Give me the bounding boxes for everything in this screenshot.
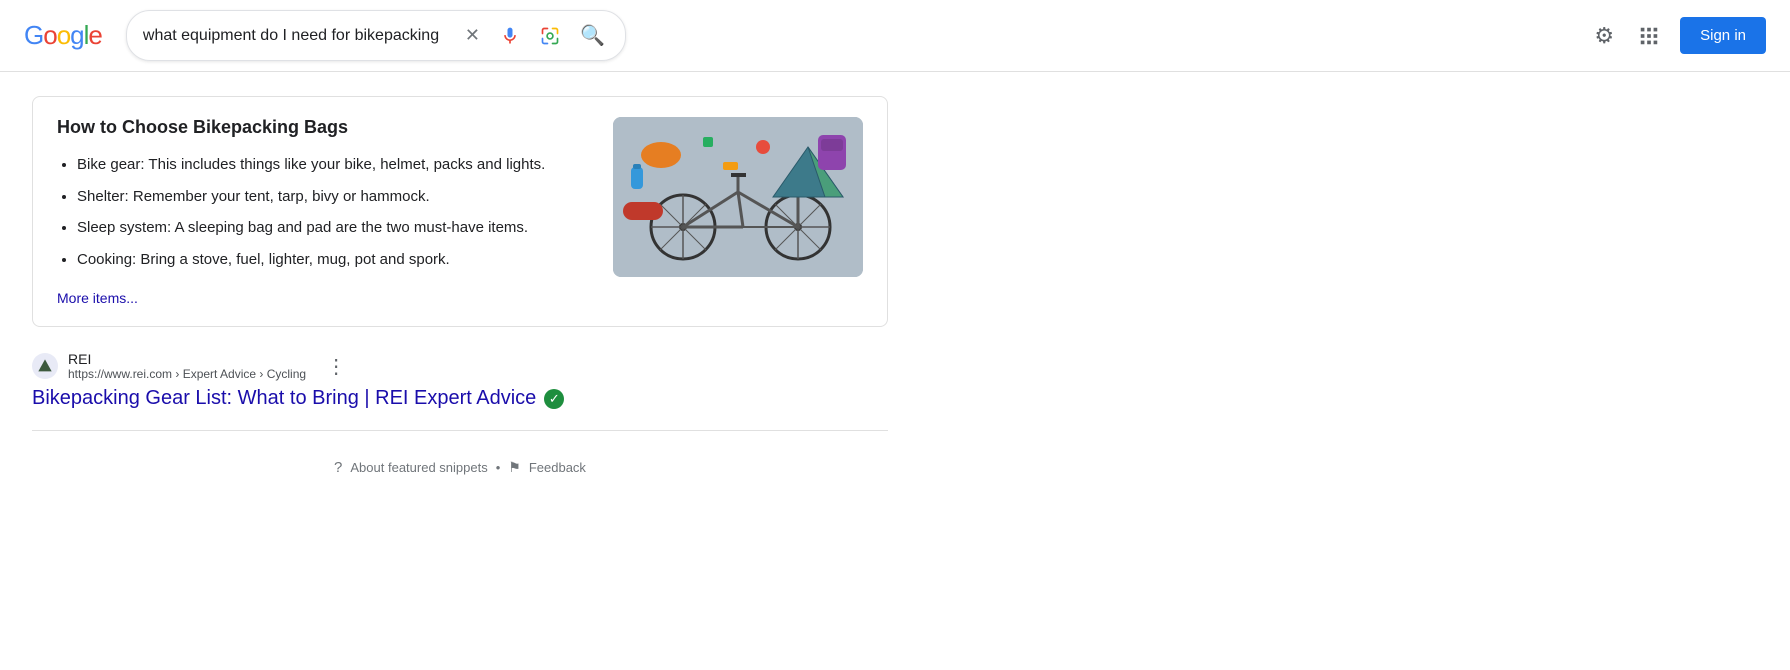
question-icon: ? (334, 459, 342, 476)
main-content: How to Choose Bikepacking Bags Bike gear… (0, 72, 920, 508)
camera-icon (540, 26, 560, 46)
bikepacking-illustration (613, 117, 863, 277)
lens-search-button[interactable] (536, 22, 564, 50)
result-title-link[interactable]: Bikepacking Gear List: What to Bring | R… (32, 387, 888, 410)
list-item: Sleep system: A sleeping bag and pad are… (77, 215, 581, 241)
more-items-link[interactable]: More items... (57, 290, 138, 306)
search-icon: 🔍 (580, 23, 605, 48)
result-menu-button[interactable]: ⋮ (320, 352, 352, 381)
result-source-info: REI https://www.rei.com › Expert Advice … (68, 351, 306, 381)
snippet-list: Bike gear: This includes things like you… (57, 152, 581, 272)
search-submit-button[interactable]: 🔍 (576, 19, 609, 52)
featured-snippet: How to Choose Bikepacking Bags Bike gear… (32, 96, 888, 327)
result-source: REI https://www.rei.com › Expert Advice … (32, 351, 888, 381)
list-item: Cooking: Bring a stove, fuel, lighter, m… (77, 247, 581, 273)
search-bar: ✕ 🔍 (126, 10, 626, 61)
rei-logo-icon (37, 358, 53, 374)
feedback-link[interactable]: Feedback (529, 460, 586, 475)
feedback-icon: ⚑ (508, 459, 521, 476)
divider (32, 430, 888, 431)
about-snippets-link[interactable]: About featured snippets (350, 460, 487, 475)
clear-button[interactable]: ✕ (461, 21, 484, 50)
microphone-icon (500, 26, 520, 46)
list-item: Shelter: Remember your tent, tarp, bivy … (77, 184, 581, 210)
snippet-image (613, 117, 863, 277)
grid-icon (1638, 25, 1660, 47)
gear-icon: ⚙ (1594, 23, 1614, 49)
close-icon: ✕ (465, 25, 480, 46)
settings-button[interactable]: ⚙ (1590, 19, 1618, 53)
search-icons: ✕ 🔍 (461, 19, 609, 52)
sign-in-button[interactable]: Sign in (1680, 17, 1766, 54)
google-logo: Google (24, 20, 102, 51)
search-input[interactable] (143, 27, 451, 45)
list-item: Bike gear: This includes things like you… (77, 152, 581, 178)
apps-button[interactable] (1634, 21, 1664, 51)
result-url: https://www.rei.com › Expert Advice › Cy… (68, 367, 306, 381)
result-site-name: REI (68, 351, 306, 367)
search-result: REI https://www.rei.com › Expert Advice … (32, 351, 888, 410)
header-right: ⚙ Sign in (1590, 17, 1766, 54)
result-title-container: Bikepacking Gear List: What to Bring | R… (32, 387, 888, 410)
snippet-content: How to Choose Bikepacking Bags Bike gear… (57, 117, 581, 306)
voice-search-button[interactable] (496, 22, 524, 50)
verified-badge: ✓ (544, 389, 564, 409)
result-title-text: Bikepacking Gear List: What to Bring | R… (32, 387, 536, 410)
footer-bar: ? About featured snippets • ⚑ Feedback (32, 451, 888, 484)
footer-dot: • (496, 460, 501, 475)
header: Google ✕ (0, 0, 1790, 72)
snippet-title: How to Choose Bikepacking Bags (57, 117, 581, 138)
result-favicon (32, 353, 58, 379)
